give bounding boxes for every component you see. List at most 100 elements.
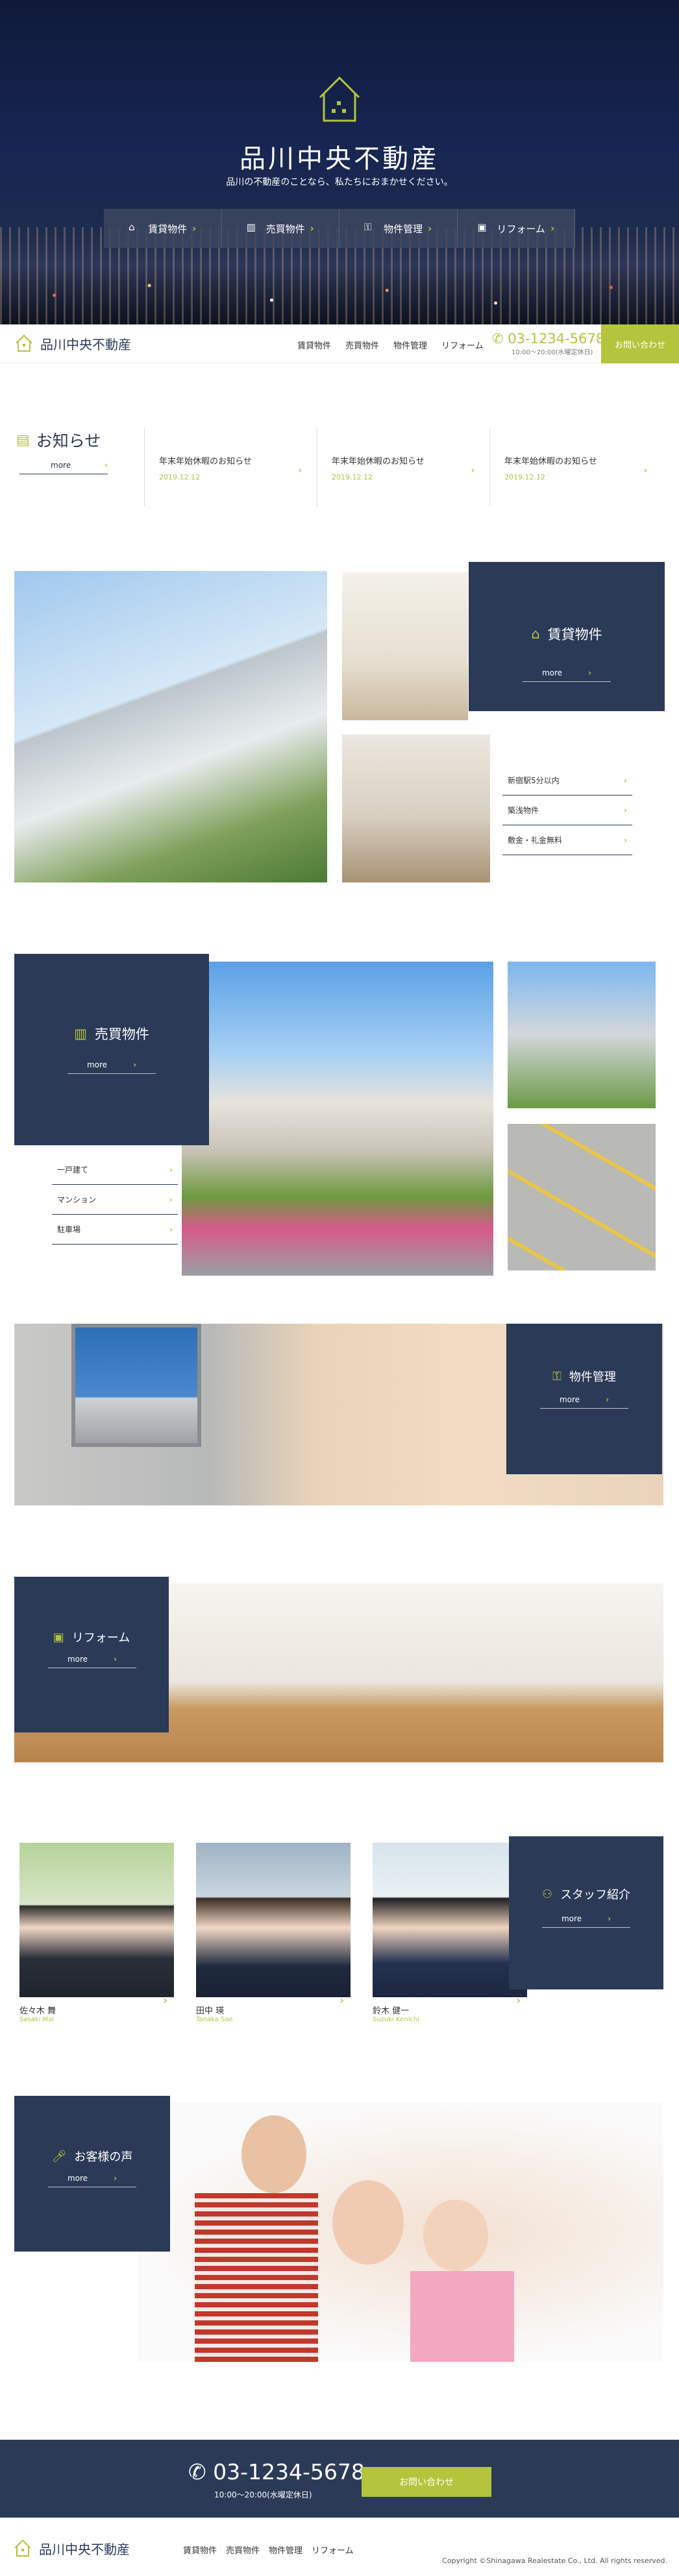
footer-nav-reform[interactable]: リフォーム <box>312 2544 354 2556</box>
sale-link-label: 一戸建て <box>57 1165 89 1174</box>
more-label: more <box>51 461 71 470</box>
bedroom-image <box>342 735 490 882</box>
contact-button[interactable]: お問い合わせ <box>601 324 679 363</box>
woman-face-shape <box>332 2180 404 2265</box>
news-item[interactable]: 年末年始休暇のお知らせ 2019.12.12 › <box>317 428 489 506</box>
house-logo-icon <box>16 334 32 352</box>
reform-section: ▣ リフォーム more › <box>0 1577 679 1765</box>
man-face-shape <box>241 2115 306 2193</box>
footer-nav-manage[interactable]: 物件管理 <box>269 2544 302 2556</box>
nav-item-reform[interactable]: リフォーム <box>441 339 484 351</box>
hero-title: 品川中央不動産 <box>240 144 439 174</box>
manage-more-link[interactable]: more › <box>540 1395 628 1409</box>
hero-menu-sale[interactable]: ▥ 売買物件 › <box>222 209 340 248</box>
footer-nav-rent[interactable]: 賃貸物件 <box>183 2544 217 2556</box>
rent-panel: ⌂ 賃貸物件 more › <box>469 562 665 711</box>
chevron-right-icon: › <box>624 835 627 845</box>
reform-title-text: リフォーム <box>71 1631 130 1645</box>
footer-nav-sale[interactable]: 売買物件 <box>226 2544 260 2556</box>
chevron-right-icon: › <box>516 1994 521 2006</box>
news-item[interactable]: 年末年始休暇のお知らせ 2019.12.12 › <box>144 428 316 506</box>
rent-link-label: 敷金・礼金無料 <box>508 836 563 845</box>
hero-menu-label: 売買物件 <box>265 223 305 235</box>
chevron-right-icon: › <box>340 1994 344 2006</box>
chevron-right-icon: › <box>169 1224 173 1234</box>
parking-lot-image <box>508 1124 656 1270</box>
rent-link[interactable]: 築浅物件 › <box>502 796 632 825</box>
sale-link[interactable]: 駐車場 › <box>52 1215 178 1245</box>
rent-link[interactable]: 新宿駅5分以内 › <box>502 766 632 796</box>
voice-title: 🎤︎ お客様の声 <box>14 2148 170 2165</box>
footer-phone[interactable]: ✆ 03-1234-5678 <box>188 2459 365 2485</box>
staff-name: 鈴木 健一 <box>373 2006 410 2016</box>
news-item-date: 2019.12.12 <box>332 473 373 481</box>
people-icon: ⚇ <box>541 1887 553 1901</box>
news-item[interactable]: 年末年始休暇のお知らせ 2019.12.12 › <box>489 428 661 506</box>
hero-menu-reform[interactable]: ▣ リフォーム › <box>458 209 575 248</box>
staff-photo <box>373 1843 527 1997</box>
footer-brand[interactable]: 品川中央不動産 <box>13 2538 130 2558</box>
business-hours: 10:00〜20:00(水曜定休日) <box>512 349 593 356</box>
staff-section: 佐々木 舞 Sasaki Mai › 田中 瑛 Tanaka Sae › 鈴木 … <box>0 1836 679 2037</box>
footer-contact-button[interactable]: お問い合わせ <box>362 2467 491 2497</box>
staff-photo <box>19 1843 174 1997</box>
phone-icon: ✆ <box>492 331 508 346</box>
staff-name-en: Tanaka Sae <box>196 2016 233 2023</box>
hero-menu-rent[interactable]: ⌂ 賃貸物件 › <box>104 209 222 248</box>
sale-link[interactable]: 一戸建て › <box>52 1155 178 1185</box>
voice-title-text: お客様の声 <box>74 2150 133 2164</box>
key-icon: ⚿ <box>552 1369 562 1383</box>
voice-more-link[interactable]: more › <box>48 2174 136 2187</box>
sale-link-label: 駐車場 <box>57 1225 81 1234</box>
microphone-icon: 🎤︎ <box>51 2149 67 2163</box>
voice-section: 🎤︎ お客様の声 more › <box>0 2096 679 2368</box>
rent-more-link[interactable]: more › <box>523 668 611 682</box>
sale-link-label: マンション <box>57 1195 97 1204</box>
sale-panel: ▥ 売買物件 more › <box>14 954 209 1145</box>
chevron-right-icon: › <box>133 1060 137 1069</box>
house-logo-icon <box>319 76 360 122</box>
staff-card[interactable]: 佐々木 舞 Sasaki Mai › <box>19 1843 174 2024</box>
building-icon: ▥ <box>246 221 256 233</box>
news-item-date: 2019.12.12 <box>159 473 200 481</box>
hero-menu-label: リフォーム <box>497 223 545 235</box>
staff-more-link[interactable]: more › <box>542 1914 630 1928</box>
hero-menu-manage[interactable]: ⚿ 物件管理 › <box>340 209 458 248</box>
nav-item-sale[interactable]: 売買物件 <box>345 339 379 351</box>
rent-link[interactable]: 敷金・礼金無料 › <box>502 825 632 855</box>
header-brand[interactable]: 品川中央不動産 <box>14 334 131 353</box>
rent-title: ⌂ 賃貸物件 <box>469 624 665 644</box>
chevron-right-icon: › <box>310 223 314 234</box>
staff-card[interactable]: 鈴木 健一 Suzuki Kenichi › <box>373 1843 527 2024</box>
hero-subtitle: 品川の不動産のことなら、私たちにおまかせください。 <box>226 177 453 188</box>
hero-menu: ⌂ 賃貸物件 › ▥ 売買物件 › ⚿ 物件管理 › ▣ リフォーム › <box>104 209 575 248</box>
staff-name: 佐々木 舞 <box>19 2006 56 2016</box>
more-label: more <box>561 1914 582 1923</box>
more-label: more <box>67 1655 88 1664</box>
hero-menu-label: 賃貸物件 <box>148 223 188 235</box>
header-nav: 賃貸物件 売買物件 物件管理 リフォーム <box>297 339 484 351</box>
apartment-image <box>508 962 656 1108</box>
calendar-icon: ▤ <box>16 431 30 448</box>
news-item-title: 年末年始休暇のお知らせ <box>159 457 252 467</box>
staff-card[interactable]: 田中 瑛 Tanaka Sae › <box>196 1843 351 2024</box>
more-label: more <box>559 1395 580 1404</box>
nav-item-manage[interactable]: 物件管理 <box>393 339 427 351</box>
child-dress-shape <box>410 2271 514 2362</box>
staff-title-text: スタッフ紹介 <box>560 1888 631 1902</box>
rent-sublinks: 新宿駅5分以内 › 築浅物件 › 敷金・礼金無料 › <box>502 766 632 855</box>
reform-panel: ▣ リフォーム more › <box>14 1577 169 1732</box>
nav-item-rent[interactable]: 賃貸物件 <box>297 339 331 351</box>
more-label: more <box>541 668 563 677</box>
sale-link[interactable]: マンション › <box>52 1185 178 1215</box>
staff-panel: ⚇ スタッフ紹介 more › <box>509 1836 663 1989</box>
header-phone[interactable]: ✆ 03-1234-5678 10:00〜20:00(水曜定休日) <box>492 331 604 356</box>
reform-more-link[interactable]: more › <box>48 1655 136 1668</box>
chevron-right-icon: › <box>588 668 592 677</box>
site-footer: 品川中央不動産 賃貸物件 売買物件 物件管理 リフォーム Copyright ©… <box>0 2518 679 2576</box>
news-more-link[interactable]: more › <box>19 461 108 474</box>
house-logo-icon <box>14 2539 31 2557</box>
chevron-right-icon: › <box>624 775 627 785</box>
sale-more-link[interactable]: more › <box>68 1060 156 1074</box>
more-label: more <box>67 2174 88 2183</box>
